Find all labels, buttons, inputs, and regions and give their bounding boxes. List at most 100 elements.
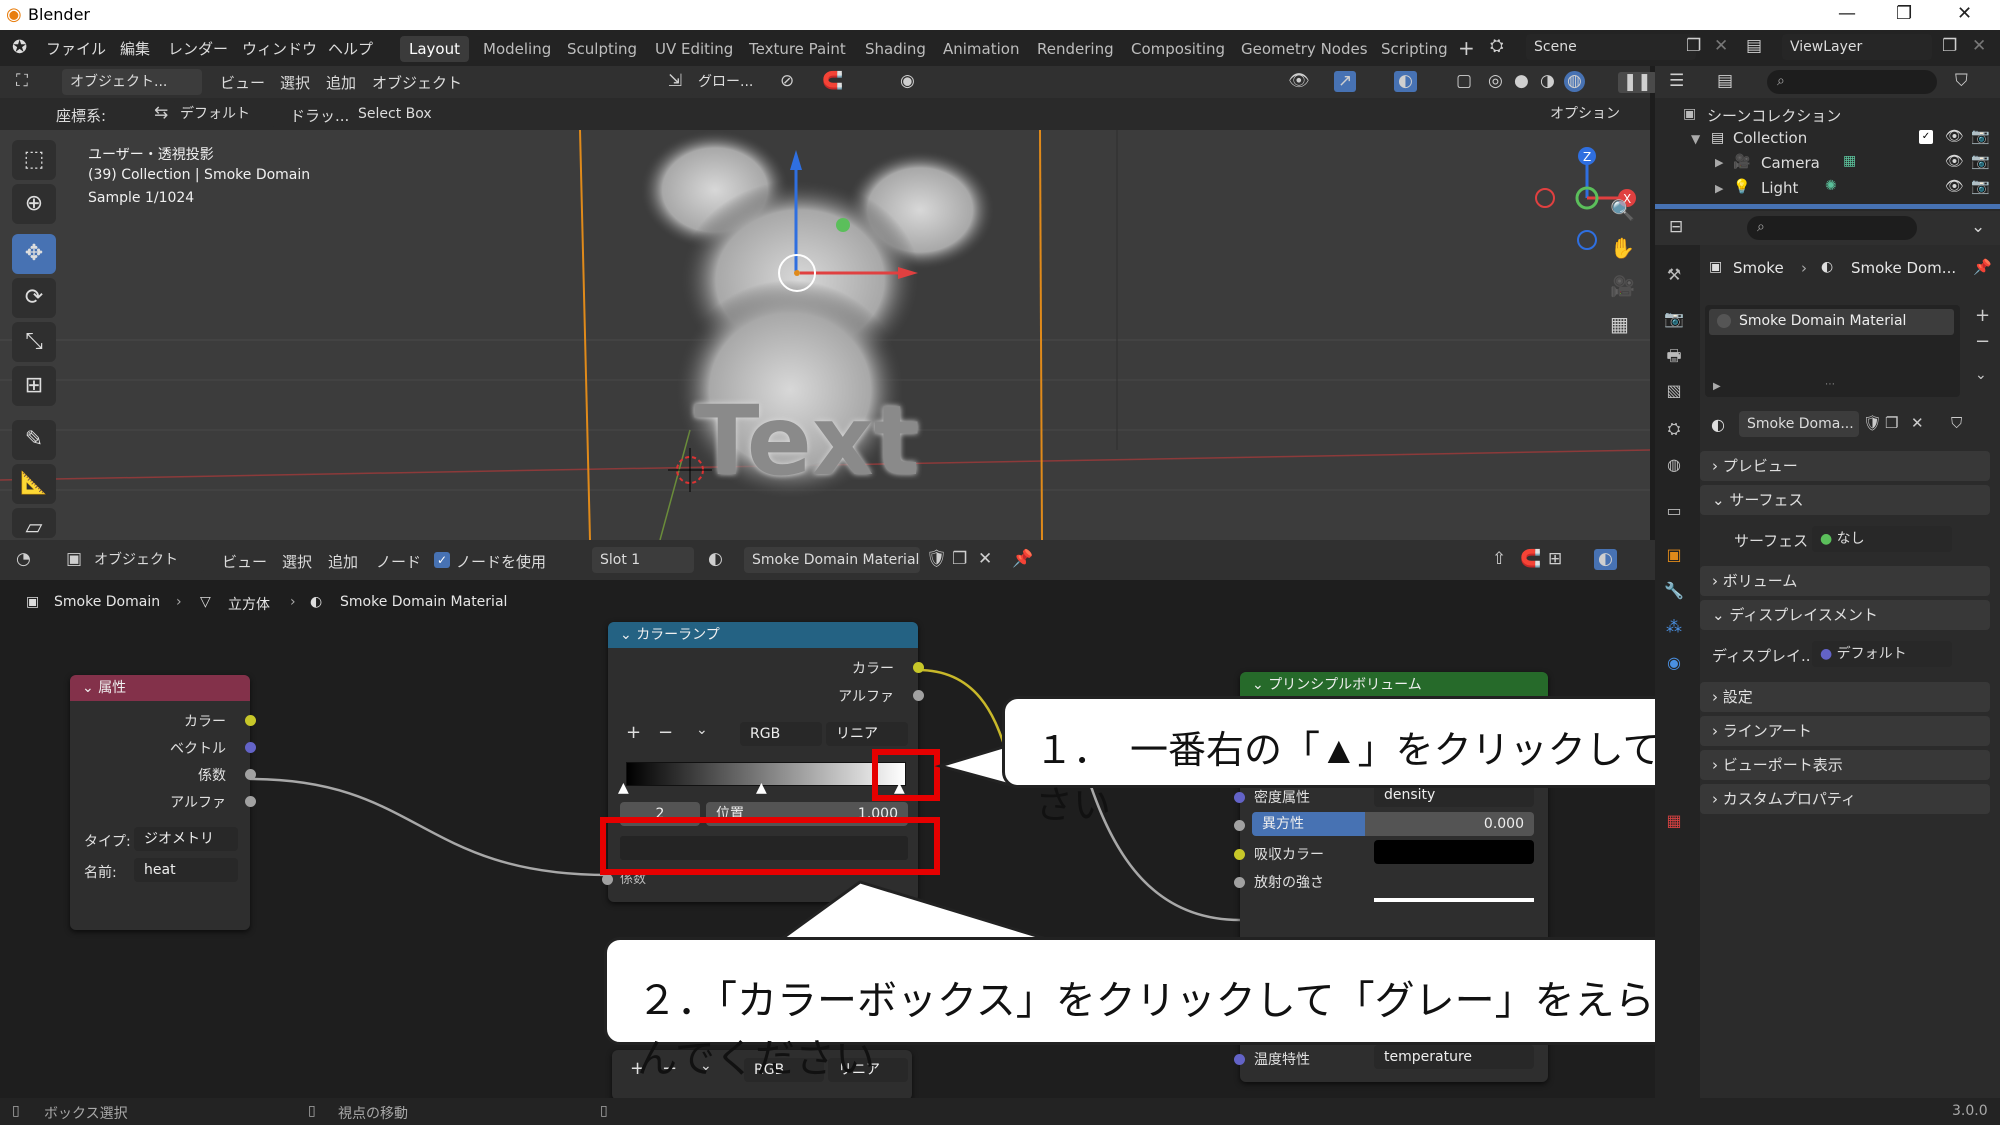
scene-collection-label[interactable]: シーンコレクション — [1707, 105, 1841, 126]
parent-node-icon[interactable]: ⇧ — [1492, 551, 1506, 568]
collection-render-icon[interactable]: 📷 — [1971, 127, 1990, 145]
menu-select[interactable]: 選択 — [280, 72, 310, 93]
rotate-tool-icon[interactable]: ⟳ — [12, 278, 56, 318]
expand-arrow-icon[interactable]: ▶ — [1715, 182, 1723, 195]
outliner[interactable]: ☰ ▤ ⌕ ⛉ ▣ シーンコレクション ▼ ▤ Collection ✓ 👁 📷… — [1655, 66, 2000, 211]
viewlayer-selector[interactable]: ViewLayer — [1782, 34, 1932, 60]
zoom-icon[interactable]: 🔍 — [1610, 200, 1635, 220]
cursor-tool-icon[interactable]: ⊕ — [12, 184, 56, 224]
view-layer-tab-icon[interactable]: ▧ — [1663, 381, 1685, 403]
navigation-gizmo[interactable]: Z X — [1525, 140, 1645, 250]
panel-volume[interactable]: › ボリューム — [1700, 566, 1990, 596]
tab-geometry-nodes[interactable]: Geometry Nodes — [1232, 36, 1377, 62]
panel-custom-properties[interactable]: › カスタムプロパティ — [1700, 784, 1990, 814]
blender-menu-icon[interactable]: ✪ — [12, 37, 27, 58]
properties-editor-type-icon[interactable]: ⊟ — [1669, 219, 1683, 236]
menu-object[interactable]: オブジェクト — [372, 72, 462, 93]
solid-shading-icon[interactable]: ● — [1514, 73, 1529, 90]
light-label[interactable]: Light — [1761, 179, 1798, 197]
close-icon[interactable]: ✕ — [1957, 3, 1972, 24]
camera-visibility-icon[interactable]: 👁 — [1945, 152, 1964, 170]
scale-tool-icon[interactable]: ⤡ — [12, 322, 56, 362]
add-cube-tool-icon[interactable]: ▱ — [12, 508, 56, 540]
node-mode-selector[interactable]: オブジェクト — [86, 547, 204, 573]
tab-uv-editing[interactable]: UV Editing — [646, 36, 742, 62]
tab-scripting[interactable]: Scripting — [1372, 36, 1457, 62]
add-slot-icon[interactable]: + — [1975, 305, 1990, 326]
snap-element-icon[interactable]: ⊞ — [1548, 551, 1562, 568]
slot-specials-chevron-icon[interactable]: ⌄ — [1975, 367, 1987, 383]
list-expand-icon[interactable]: ▶ — [1713, 381, 1721, 392]
object-tab-icon[interactable]: ▣ — [1663, 545, 1685, 567]
light-render-icon[interactable]: 📷 — [1971, 177, 1990, 195]
minimize-icon[interactable]: — — [1838, 3, 1856, 24]
slot-selector[interactable]: Slot 1 — [592, 547, 694, 573]
unlink-material-icon[interactable]: ✕ — [978, 551, 992, 568]
properties-options-chevron-icon[interactable]: ⌄ — [1971, 219, 1985, 236]
proportional-edit-icon[interactable]: ◉ — [900, 73, 915, 90]
menu-add[interactable]: 追加 — [326, 72, 356, 93]
options-button[interactable]: オプション — [1542, 101, 1642, 127]
modifier-tab-icon[interactable]: 🔧 — [1663, 581, 1685, 603]
expand-arrow-icon[interactable]: ▼ — [1691, 132, 1700, 146]
panel-viewport-display[interactable]: › ビューポート表示 — [1700, 750, 1990, 780]
duplicate-material-icon[interactable]: ❐ — [1885, 414, 1898, 432]
pause-render-icon[interactable]: ❚❚ — [1618, 72, 1657, 93]
particles-tab-icon[interactable]: ⁂ — [1663, 617, 1685, 639]
tab-rendering[interactable]: Rendering — [1028, 36, 1123, 62]
pan-hand-icon[interactable]: ✋ — [1610, 238, 1635, 258]
world-tab-icon[interactable]: ◍ — [1663, 455, 1685, 477]
camera-view-icon[interactable]: 🎥 — [1610, 276, 1635, 296]
tool-tab-icon[interactable]: ⚒ — [1663, 265, 1685, 287]
rendered-shading-icon[interactable]: ◍ — [1564, 71, 1585, 92]
menu-edit[interactable]: 編集 — [120, 38, 150, 59]
output-tab-icon[interactable]: 🖶 — [1663, 345, 1685, 367]
remove-scene-icon[interactable]: ✕ — [1714, 38, 1728, 55]
material-name-field[interactable]: Smoke Domain Material — [744, 547, 920, 573]
3d-viewport[interactable]: Text ユーザー・透視投影 (39) Collection | Smoke D… — [0, 130, 1650, 540]
transform-orientation-selector[interactable]: グロー... — [690, 69, 790, 95]
menu-file[interactable]: ファイル — [46, 38, 106, 59]
editor-type-icon[interactable]: ⛶ — [16, 73, 28, 90]
maximize-icon[interactable]: ❐ — [1896, 3, 1912, 24]
mode-selector[interactable]: オブジェクト... — [62, 69, 202, 95]
tab-texture-paint[interactable]: Texture Paint — [740, 36, 855, 62]
add-workspace-icon[interactable]: + — [1458, 38, 1475, 58]
unlink-material-icon[interactable]: ✕ — [1911, 414, 1924, 432]
outliner-editor-type-icon[interactable]: ☰ — [1669, 73, 1684, 90]
pivot-icon[interactable]: ⊘ — [780, 73, 794, 90]
tab-compositing[interactable]: Compositing — [1122, 36, 1234, 62]
camera-render-icon[interactable]: 📷 — [1971, 152, 1990, 170]
copy-viewlayer-icon[interactable]: ❐ — [1942, 38, 1957, 55]
tab-shading[interactable]: Shading — [856, 36, 935, 62]
node-menu-add[interactable]: 追加 — [328, 551, 358, 572]
material-slot-list[interactable]: Smoke Domain Material ▶ ⋯ — [1705, 305, 1960, 397]
list-resize-icon[interactable]: ⋯ — [1825, 379, 1835, 390]
filter-icon[interactable]: ⛉ — [1955, 73, 1968, 90]
overlay-icon[interactable]: ◐ — [1394, 71, 1417, 92]
scene-tab-icon[interactable]: ⛭ — [1663, 419, 1685, 441]
remove-viewlayer-icon[interactable]: ✕ — [1972, 38, 1986, 55]
use-nodes-checkbox[interactable]: ✓ — [434, 552, 450, 568]
material-browse-icon[interactable]: ◐ — [1711, 415, 1725, 434]
snap-icon[interactable]: 🧲 — [822, 73, 843, 90]
annotate-tool-icon[interactable]: ✎ — [12, 420, 56, 460]
material-slot-item[interactable]: Smoke Domain Material — [1709, 309, 1954, 335]
pin-icon[interactable]: 📌 — [1012, 551, 1033, 568]
properties-search-input[interactable]: ⌕ — [1747, 216, 1917, 240]
display-mode-icon[interactable]: ▤ — [1717, 73, 1733, 90]
surface-shader-selector[interactable]: ● なし — [1812, 526, 1952, 552]
pin-icon[interactable]: 📌 — [1973, 258, 1992, 276]
collection-checkbox[interactable]: ✓ — [1919, 130, 1933, 144]
measure-tool-icon[interactable]: 📐 — [12, 464, 56, 504]
remove-slot-icon[interactable]: − — [1975, 331, 1990, 352]
physics-tab-icon[interactable]: ◉ — [1663, 653, 1685, 675]
select-box-tool-icon[interactable]: ⬚ — [12, 140, 56, 180]
drag-selector[interactable]: Select Box — [350, 101, 462, 127]
panel-displacement[interactable]: ⌄ ディスプレイスメント — [1700, 600, 1990, 630]
material-datablock-field[interactable]: Smoke Doma... — [1739, 411, 1859, 437]
fake-user-icon[interactable]: 🛡 — [926, 551, 948, 568]
node-menu-node[interactable]: ノード — [376, 551, 421, 572]
panel-surface[interactable]: ⌄ サーフェス — [1700, 485, 1990, 515]
tab-modeling[interactable]: Modeling — [474, 36, 560, 62]
